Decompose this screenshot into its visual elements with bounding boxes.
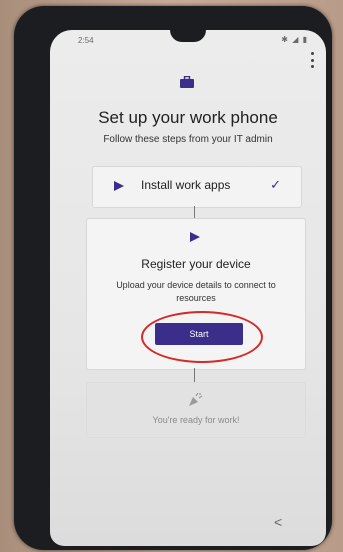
- step-register-title: Register your device: [141, 257, 251, 271]
- step-connector: [194, 206, 195, 218]
- briefcase-icon: [180, 76, 194, 88]
- overflow-menu-icon[interactable]: [308, 52, 316, 68]
- camera-notch: [170, 30, 206, 42]
- step-register-description: Upload your device details to connect to…: [116, 280, 276, 303]
- annotation-red-circle: [141, 311, 263, 363]
- check-icon: ✓: [270, 177, 281, 192]
- status-icons: ✱ ◢ ▮: [281, 35, 308, 44]
- page-title: Set up your work phone: [98, 108, 278, 127]
- phone-screen: 2:54 ✱ ◢ ▮ Set up your work phone Follow…: [50, 30, 326, 546]
- phone-body: 2:54 ✱ ◢ ▮ Set up your work phone Follow…: [14, 6, 332, 550]
- step-register-device: Register your device Upload your device …: [86, 218, 306, 370]
- step-ready-label: You're ready for work!: [152, 415, 240, 425]
- step-install-work-apps: Install work apps ✓: [92, 166, 302, 208]
- step-connector: [194, 368, 195, 382]
- celebration-icon: [189, 393, 203, 406]
- step-ready-for-work: You're ready for work!: [86, 382, 306, 438]
- back-nav-button[interactable]: <: [274, 514, 282, 530]
- page-subtitle: Follow these steps from your IT admin: [103, 134, 273, 145]
- step-install-label: Install work apps: [141, 178, 231, 192]
- play-arrow-icon: [114, 181, 124, 191]
- status-time: 2:54: [78, 36, 94, 45]
- play-arrow-icon: [190, 232, 200, 242]
